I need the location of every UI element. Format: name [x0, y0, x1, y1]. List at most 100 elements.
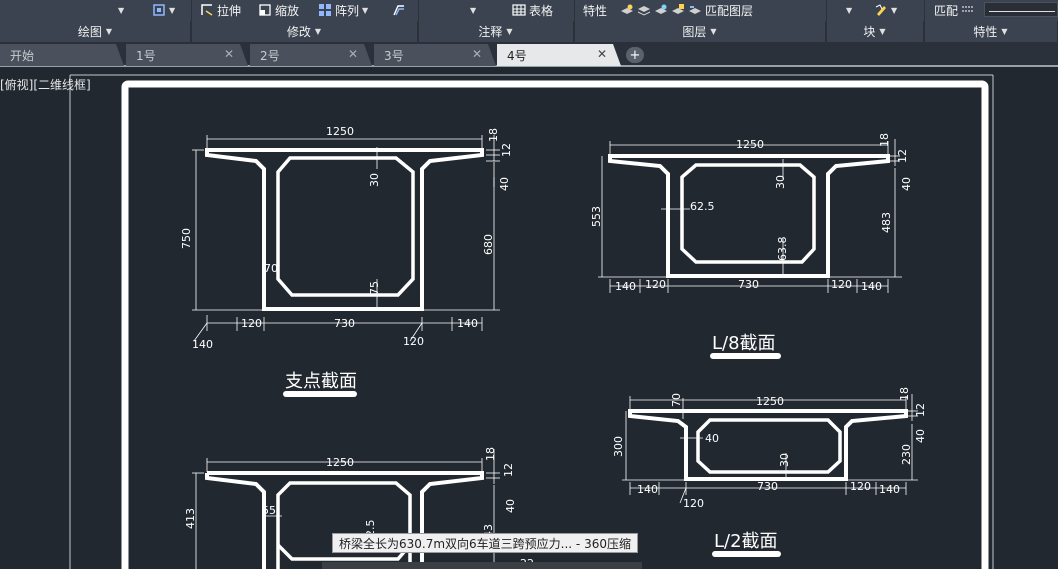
layer-properties-label: 特性 [583, 3, 608, 18]
match-layer-label: 匹配图层 [705, 3, 754, 18]
stretch-label: 拉伸 [217, 3, 242, 18]
dim-label: 140 [879, 483, 900, 496]
lineweight-select[interactable] [984, 2, 1058, 17]
l8-outer-outline [608, 154, 890, 278]
panel-modify[interactable]: 修改 ▼ [191, 21, 418, 42]
close-icon[interactable]: ✕ [472, 47, 482, 61]
block-dropdown-caret[interactable]: ▼ [846, 0, 852, 20]
match-properties-button[interactable]: 匹配 [934, 0, 975, 20]
close-icon[interactable]: ✕ [597, 47, 607, 61]
dim-label: 553 [590, 206, 603, 227]
dim-label: 1250 [736, 138, 764, 151]
panel-draw[interactable]: 绘图 ▼ [0, 21, 191, 42]
autocad-window: ▼ ▼ 拉伸 缩放 阵列 ▼ ▼ 表格 特性 匹配图层 ▼ ▼ 匹配 绘图 ▼ … [0, 0, 1058, 569]
annotation-dropdown-caret[interactable]: ▼ [470, 0, 476, 20]
dim-label: 140 [615, 280, 636, 293]
offset-icon [393, 5, 404, 16]
close-icon[interactable]: ✕ [348, 47, 358, 61]
fourth-outer-outline-right [207, 471, 484, 569]
caret-down-icon: ▼ [1001, 27, 1008, 36]
dim-label: 40 [705, 432, 719, 445]
panel-annotation[interactable]: 注释 ▼ [418, 21, 574, 42]
l2-inner-outline [696, 418, 842, 474]
tab-start[interactable]: 开始 [0, 44, 124, 66]
dim-label: 30 [368, 173, 381, 187]
layer-tools[interactable]: 匹配图层 [620, 0, 753, 20]
dim-label: 1250 [756, 395, 784, 408]
dim-label: 18 [878, 133, 891, 147]
table-icon [512, 4, 526, 16]
fourth-outer-outline-left [205, 473, 266, 569]
caret-down-icon: ▼ [362, 5, 369, 15]
match-properties-label: 匹配 [934, 3, 959, 18]
scale-label: 缩放 [275, 3, 300, 18]
panel-layers-label: 图层 [682, 25, 707, 39]
draw-dropdown-caret[interactable]: ▼ [118, 0, 124, 20]
panel-block[interactable]: 块 ▼ [826, 21, 924, 42]
table-button[interactable]: 表格 [512, 0, 553, 20]
dim-label: 120 [831, 278, 852, 291]
section-title-l8: L/8截面 [712, 333, 776, 354]
tab-drawing-4[interactable]: 4号 ✕ [497, 44, 621, 66]
dim-label: 40 [914, 429, 927, 443]
drawing-viewport[interactable]: 1250 18 12 40 750 680 30 70 75 730 120 1… [0, 69, 1058, 569]
layer-properties-button[interactable]: 特性 [583, 0, 607, 20]
dim-label: 18 [487, 128, 500, 142]
stretch-icon [201, 4, 213, 16]
dim-label: 1250 [326, 125, 354, 138]
dim-label: 1250 [326, 456, 354, 469]
tab-label: 2号 [260, 48, 280, 63]
dim-label: 730 [757, 480, 778, 493]
tab-drawing-1[interactable]: 1号 ✕ [126, 44, 248, 66]
dim-label: 120 [850, 480, 871, 493]
caret-down-icon: ▼ [118, 5, 125, 15]
file-tab-bar: 开始 1号 ✕ 2号 ✕ 3号 ✕ 4号 ✕ + [0, 42, 1058, 67]
region-tool-button[interactable]: ▼ [152, 0, 175, 20]
dim-label: 300 [612, 436, 625, 457]
fourth-inner-outline [276, 481, 412, 569]
panel-block-label: 块 [863, 25, 876, 39]
section-title-l2: L/2截面 [714, 531, 778, 552]
section-support [192, 135, 500, 342]
new-tab-button[interactable]: + [626, 47, 644, 63]
dim-label: 75 [368, 281, 381, 295]
panel-annotation-label: 注释 [478, 25, 503, 39]
ribbon-panel-titles: 绘图 ▼ 修改 ▼ 注释 ▼ 图层 ▼ 块 ▼ 特性 ▼ [0, 21, 1058, 42]
block-edit-button[interactable]: ▼ [874, 0, 897, 20]
tab-drawing-2[interactable]: 2号 ✕ [250, 44, 372, 66]
dim-label: 30 [778, 453, 791, 467]
tab-label: 4号 [507, 48, 527, 63]
layer-on-icon [621, 4, 633, 14]
array-button[interactable]: 阵列 ▼ [318, 0, 368, 20]
dim-label: 483 [880, 212, 893, 233]
dim-label: 18 [484, 447, 497, 461]
scale-button[interactable]: 缩放 [258, 0, 299, 20]
panel-properties[interactable]: 特性 ▼ [924, 21, 1058, 42]
taskbar-tooltip: 桥梁全长为630.7m双向6车道三跨预应力... - 360压缩 [332, 533, 638, 553]
viewport-controls-label[interactable]: [俯视][二维线框] [0, 76, 91, 93]
panel-layers[interactable]: 图层 ▼ [574, 21, 826, 42]
caret-down-icon: ▼ [506, 27, 513, 36]
close-icon[interactable]: ✕ [224, 47, 234, 61]
taskbar-strip [322, 562, 642, 569]
tab-drawing-3[interactable]: 3号 ✕ [374, 44, 496, 66]
ribbon: ▼ ▼ 拉伸 缩放 阵列 ▼ ▼ 表格 特性 匹配图层 ▼ ▼ 匹配 绘图 ▼ … [0, 0, 1058, 42]
dim-label: 730 [334, 317, 355, 330]
dim-label: 40 [900, 177, 913, 191]
dim-label: 55 [262, 504, 276, 517]
panel-modify-label: 修改 [286, 25, 311, 39]
dim-label: 680 [482, 234, 495, 255]
dim-label: 730 [738, 278, 759, 291]
offset-button[interactable] [392, 0, 406, 20]
dim-label: 140 [637, 483, 658, 496]
support-outer-outline [205, 148, 484, 311]
dim-label: 140 [457, 317, 478, 330]
caret-down-icon: ▼ [879, 27, 886, 36]
drawing-canvas[interactable]: 1250 18 12 40 750 680 30 70 75 730 120 1… [0, 69, 1058, 569]
dim-label: 413 [184, 508, 197, 529]
caret-down-icon: ▼ [105, 27, 113, 36]
stretch-button[interactable]: 拉伸 [200, 0, 241, 20]
panel-properties-label: 特性 [973, 25, 998, 39]
dim-label: 140 [192, 338, 213, 351]
l8-inner-outline [680, 163, 816, 264]
